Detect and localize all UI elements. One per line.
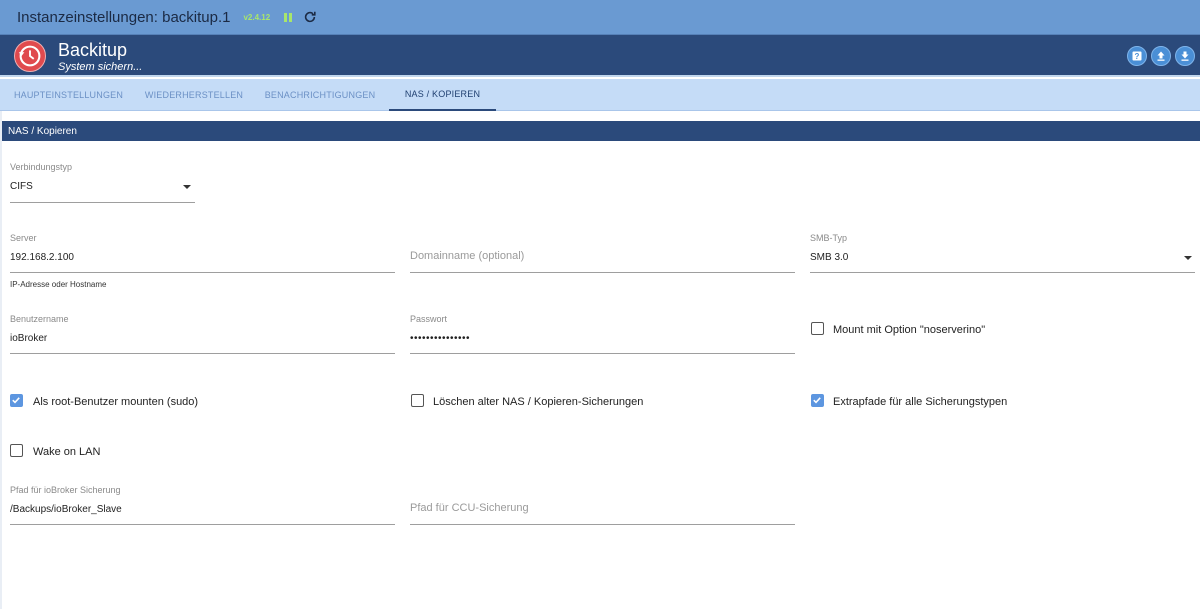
version-label: v2.4.12 (243, 13, 270, 22)
left-edge (0, 111, 2, 609)
username-underline (10, 353, 395, 354)
app-window: Instanzeinstellungen: backitup.1 v2.4.12… (0, 0, 1200, 609)
iobroker-path-input[interactable]: /Backups/ioBroker_Slave (10, 504, 122, 515)
app-header: Backitup System sichern... ? (0, 35, 1200, 77)
svg-text:?: ? (1135, 52, 1140, 61)
checkmark-icon (11, 395, 21, 405)
password-label: Passwort (410, 314, 447, 324)
ccu-path-input[interactable]: Pfad für CCU-Sicherung (410, 502, 529, 514)
backup-clock-icon (14, 40, 46, 72)
ccu-path-underline (410, 524, 795, 525)
upload-button[interactable] (1151, 46, 1171, 66)
help-button[interactable]: ? (1127, 46, 1147, 66)
help-icon: ? (1131, 50, 1143, 62)
smb-type-underline (810, 272, 1195, 273)
download-button[interactable] (1175, 46, 1195, 66)
smb-type-select[interactable]: SMB 3.0 (810, 252, 848, 263)
noserverino-label: Mount mit Option "noserverino" (833, 324, 985, 336)
server-input[interactable]: 192.168.2.100 (10, 252, 74, 263)
sudo-label: Als root-Benutzer mounten (sudo) (33, 396, 198, 408)
server-label: Server (10, 233, 37, 243)
tab-haupteinstellungen[interactable]: HAUPTEINSTELLUNGEN (0, 79, 137, 111)
sudo-checkbox[interactable] (10, 394, 23, 407)
smb-type-label: SMB-Typ (810, 233, 847, 243)
app-name: Backitup (58, 40, 127, 61)
section-title: NAS / Kopieren (2, 121, 1200, 141)
pause-icon[interactable] (282, 11, 294, 23)
upload-icon (1155, 50, 1167, 62)
server-underline (10, 272, 395, 273)
download-icon (1179, 50, 1191, 62)
iobroker-path-label: Pfad für ioBroker Sicherung (10, 485, 121, 495)
wake-on-lan-label: Wake on LAN (33, 446, 100, 458)
tab-nas-kopieren[interactable]: NAS / KOPIEREN (389, 79, 496, 111)
domain-input[interactable]: Domainname (optional) (410, 250, 524, 262)
extra-paths-label: Extrapfade für alle Sicherungstypen (833, 396, 1007, 408)
domain-underline (410, 272, 795, 273)
delete-old-label: Löschen alter NAS / Kopieren-Sicherungen (433, 396, 643, 408)
chevron-down-icon[interactable] (1184, 256, 1192, 260)
connection-type-select[interactable]: CIFS (10, 181, 33, 192)
reload-icon[interactable] (303, 10, 317, 24)
server-helper-text: IP-Adresse oder Hostname (10, 280, 107, 289)
tab-benachrichtigungen[interactable]: BENACHRICHTIGUNGEN (251, 79, 389, 111)
username-label: Benutzername (10, 314, 69, 324)
username-input[interactable]: ioBroker (10, 333, 47, 344)
checkmark-icon (812, 395, 822, 405)
delete-old-checkbox[interactable] (411, 394, 424, 407)
chevron-down-icon[interactable] (183, 185, 191, 189)
connection-type-label: Verbindungstyp (10, 162, 72, 172)
extra-paths-checkbox[interactable] (811, 394, 824, 407)
tab-bar: HAUPTEINSTELLUNGEN WIEDERHERSTELLEN BENA… (0, 79, 1200, 111)
noserverino-checkbox[interactable] (811, 322, 824, 335)
iobroker-path-underline (10, 524, 395, 525)
password-input[interactable]: ••••••••••••••• (410, 333, 470, 344)
title-bar: Instanzeinstellungen: backitup.1 v2.4.12 (0, 0, 1200, 35)
tab-wiederherstellen[interactable]: WIEDERHERSTELLEN (137, 79, 251, 111)
wake-on-lan-checkbox[interactable] (10, 444, 23, 457)
connection-type-underline (10, 202, 195, 203)
app-subtitle: System sichern... (58, 61, 142, 73)
password-underline (410, 353, 795, 354)
window-title: Instanzeinstellungen: backitup.1 (17, 9, 230, 26)
